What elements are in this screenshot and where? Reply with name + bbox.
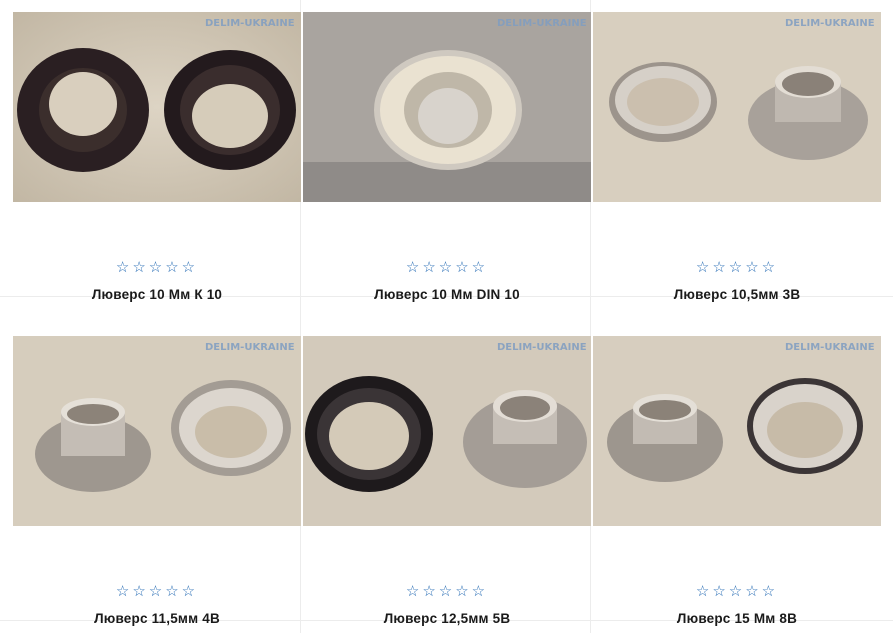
product-title[interactable]: Люверс 10 Мм К 10 <box>12 287 302 302</box>
product-image[interactable]: DELIM-UKRAINE <box>302 336 592 526</box>
black-eyelet-pair-icon: DELIM-UKRAINE <box>13 12 301 202</box>
product-grid: DELIM-UKRAINE ☆☆☆☆☆ Люверс 10 Мм К 10 DE… <box>0 0 893 633</box>
product-title[interactable]: Люверс 15 Мм 8В <box>592 611 882 626</box>
product-card[interactable]: DELIM-UKRAINE ☆☆☆☆☆ Люверс 10 Мм К 10 <box>12 12 302 322</box>
product-card[interactable]: DELIM-UKRAINE ☆☆☆☆☆ Люверс 15 Мм 8В <box>592 336 882 633</box>
black-and-nickel-eyelet-icon: DELIM-UKRAINE <box>303 336 591 526</box>
product-image[interactable]: DELIM-UKRAINE <box>12 336 302 526</box>
watermark: DELIM-UKRAINE <box>497 18 587 29</box>
watermark: DELIM-UKRAINE <box>497 342 587 353</box>
watermark: DELIM-UKRAINE <box>205 342 295 353</box>
watermark: DELIM-UKRAINE <box>785 18 875 29</box>
rating-stars[interactable]: ☆☆☆☆☆ <box>592 258 882 276</box>
product-title[interactable]: Люверс 10 Мм DIN 10 <box>302 287 592 302</box>
product-title[interactable]: Люверс 11,5мм 4В <box>12 611 302 626</box>
watermark: DELIM-UKRAINE <box>785 342 875 353</box>
nickel-eyelet-pair-icon: DELIM-UKRAINE <box>13 336 301 526</box>
nickel-eyelet-pair-icon: DELIM-UKRAINE <box>593 336 881 526</box>
product-title[interactable]: Люверс 10,5мм 3В <box>592 287 882 302</box>
product-card[interactable]: DELIM-UKRAINE ☆☆☆☆☆ Люверс 10,5мм 3В <box>592 12 882 322</box>
rating-stars[interactable]: ☆☆☆☆☆ <box>12 582 302 600</box>
product-title[interactable]: Люверс 12,5мм 5В <box>302 611 592 626</box>
product-image[interactable]: DELIM-UKRAINE <box>302 12 592 202</box>
product-card[interactable]: DELIM-UKRAINE ☆☆☆☆☆ Люверс 11,5мм 4В <box>12 336 302 633</box>
eyelet-in-fabric-icon: DELIM-UKRAINE <box>303 12 591 202</box>
product-card[interactable]: DELIM-UKRAINE ☆☆☆☆☆ Люверс 10 Мм DIN 10 <box>302 12 592 322</box>
product-card[interactable]: DELIM-UKRAINE ☆☆☆☆☆ Люверс 12,5мм 5В <box>302 336 592 633</box>
watermark: DELIM-UKRAINE <box>205 18 295 29</box>
product-image[interactable]: DELIM-UKRAINE <box>12 12 302 202</box>
product-image[interactable]: DELIM-UKRAINE <box>592 336 882 526</box>
rating-stars[interactable]: ☆☆☆☆☆ <box>12 258 302 276</box>
rating-stars[interactable]: ☆☆☆☆☆ <box>302 582 592 600</box>
nickel-eyelet-pair-icon: DELIM-UKRAINE <box>593 12 881 202</box>
rating-stars[interactable]: ☆☆☆☆☆ <box>302 258 592 276</box>
product-image[interactable]: DELIM-UKRAINE <box>592 12 882 202</box>
rating-stars[interactable]: ☆☆☆☆☆ <box>592 582 882 600</box>
